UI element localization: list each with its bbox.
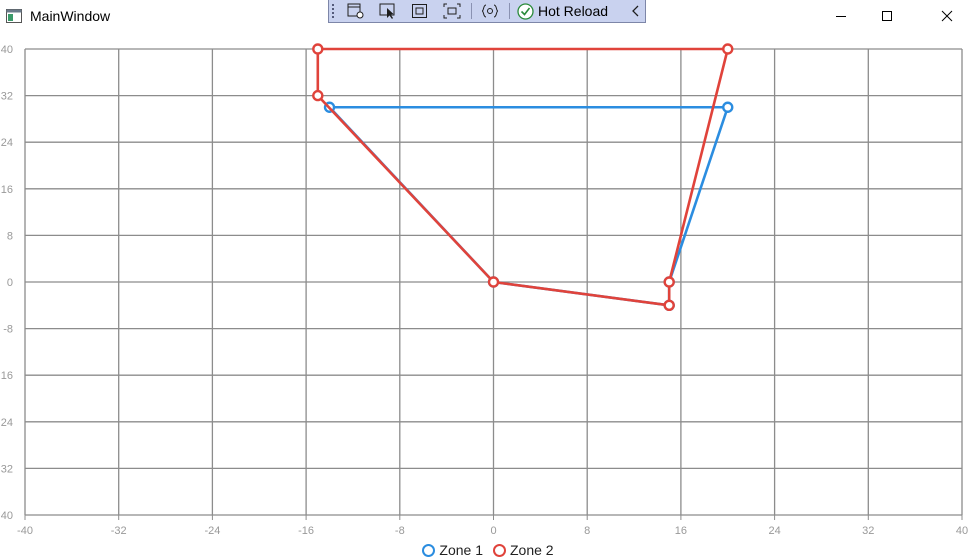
y-tick-label: 16: [1, 370, 13, 382]
toolbar-separator: [471, 3, 472, 19]
x-tick-label: 0: [490, 525, 496, 537]
minimize-icon: [836, 16, 846, 17]
polygon-chart: -40 -32 -24 -16 -8 0 8 16 24 32 40 40 32 24 16 8 0 -8 16 24…: [1, 43, 968, 537]
data-point-zone-2: [663, 299, 675, 311]
maximize-button[interactable]: [864, 0, 910, 32]
data-point-zone-2: [663, 276, 675, 288]
live-visual-tree-button[interactable]: [345, 2, 367, 20]
x-tick-label: 24: [768, 525, 780, 537]
legend-item-zone-2[interactable]: Zone 2: [493, 540, 554, 560]
close-button[interactable]: [924, 0, 970, 32]
x-tick-label: 16: [675, 525, 687, 537]
x-tick-label: -16: [298, 525, 314, 537]
x-tick-label: 40: [956, 525, 968, 537]
legend-item-zone-1[interactable]: Zone 1: [422, 540, 483, 560]
y-tick-label: 40: [1, 44, 13, 56]
maximize-icon: [882, 11, 892, 21]
display-adorners-icon: [412, 4, 427, 18]
x-tick-label: 8: [584, 525, 590, 537]
y-tick-label: 40: [1, 510, 13, 522]
toolbar-separator: [509, 3, 510, 19]
x-tick-label: -40: [17, 525, 33, 537]
y-tick-label: 24: [1, 137, 13, 149]
x-tick-label: -24: [204, 525, 220, 537]
binding-failures-button[interactable]: [479, 2, 501, 20]
hot-reload-button[interactable]: Hot Reload: [517, 1, 608, 21]
y-tick-label: 32: [1, 463, 13, 475]
hot-reload-label: Hot Reload: [538, 3, 609, 19]
y-tick-label: 32: [1, 91, 13, 103]
live-visual-tree-icon: [347, 3, 364, 19]
close-icon: [941, 10, 953, 22]
legend-label-zone-1: Zone 1: [439, 542, 483, 558]
track-focus-icon: [443, 3, 461, 19]
data-point-zone-2: [312, 43, 324, 55]
y-tick-label: 8: [7, 230, 13, 242]
series-line-zone-1: [328, 105, 729, 307]
x-tick-label: 32: [862, 525, 874, 537]
legend-label-zone-2: Zone 2: [510, 542, 554, 558]
select-element-icon: [379, 3, 395, 19]
legend-marker-zone-2: [493, 543, 506, 557]
data-point-zone-2: [487, 276, 500, 288]
data-point-zone-2: [722, 43, 734, 55]
x-tick-label: -32: [111, 525, 127, 537]
series-line-zone-2: [316, 47, 730, 307]
toolbar-grip[interactable]: [331, 3, 335, 19]
xaml-dev-toolbar: Hot Reload: [328, 0, 646, 23]
chevron-left-icon: [632, 5, 639, 17]
track-focus-button[interactable]: [441, 2, 463, 20]
data-point-zone-2: [312, 89, 324, 102]
collapse-toolbar-button[interactable]: [629, 2, 643, 20]
y-tick-label: 24: [1, 417, 13, 429]
minimize-button[interactable]: [818, 0, 864, 32]
chart-legend: Zone 1 Zone 2: [0, 540, 976, 560]
binding-failures-icon: [481, 4, 499, 18]
x-tick-label: -8: [395, 525, 405, 537]
display-adorners-button[interactable]: [409, 2, 431, 20]
app-window-icon: [6, 9, 22, 23]
y-tick-label: -8: [3, 324, 13, 336]
check-circle-icon: [517, 2, 534, 20]
window-title: MainWindow: [30, 8, 111, 24]
select-element-button[interactable]: [377, 2, 399, 20]
data-point-zone-1: [722, 101, 734, 113]
legend-marker-zone-1: [422, 543, 436, 557]
y-tick-label: 16: [1, 184, 13, 196]
y-tick-label: 0: [7, 277, 13, 289]
